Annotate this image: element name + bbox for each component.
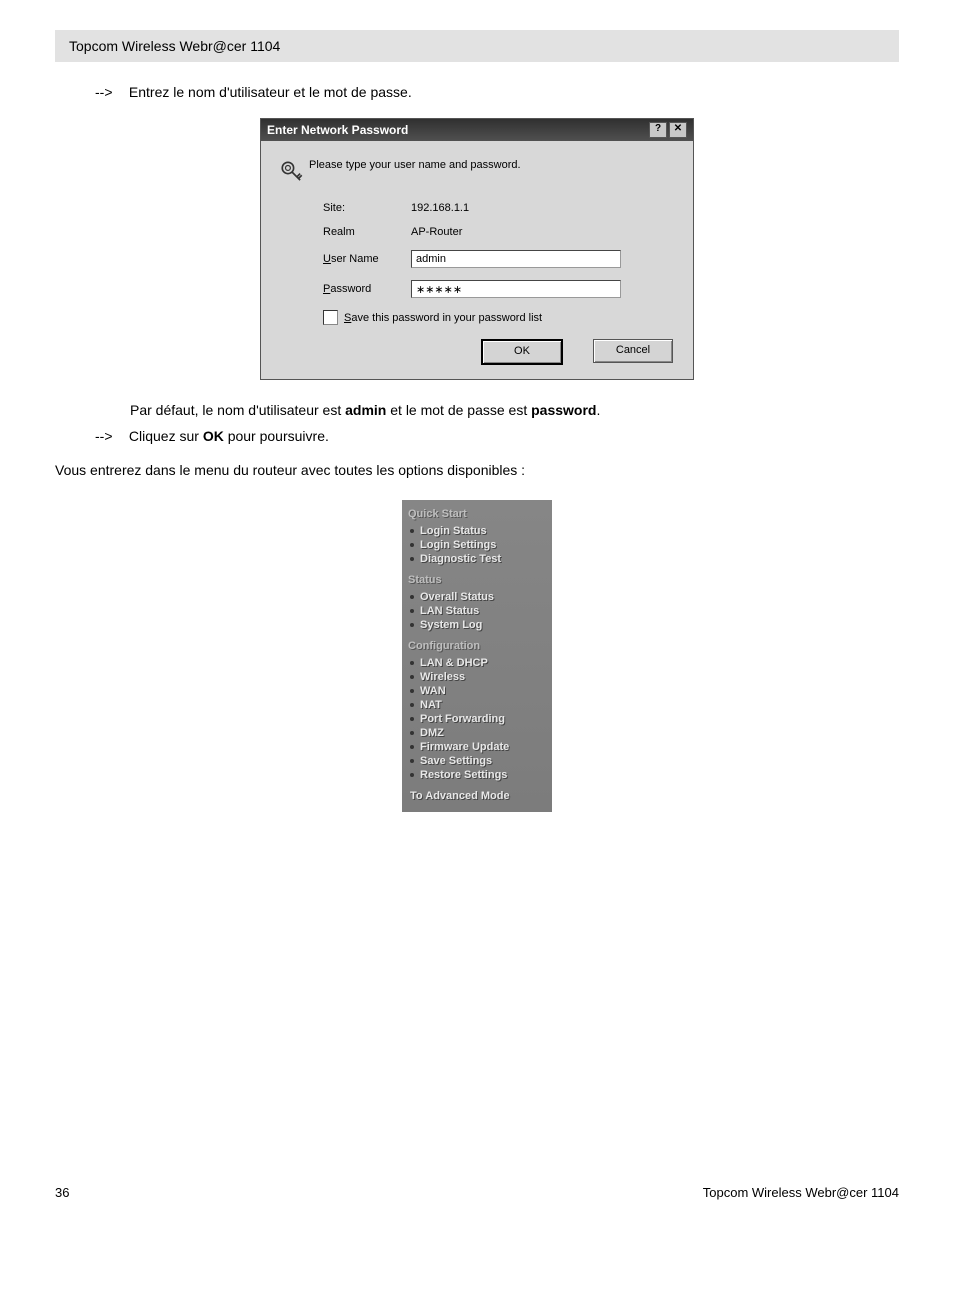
menu-item[interactable]: Login Settings <box>408 538 546 552</box>
menu-item[interactable]: Overall Status <box>408 590 546 604</box>
username-input[interactable] <box>411 250 621 268</box>
menu-item[interactable]: Firmware Update <box>408 740 546 754</box>
password-input[interactable] <box>411 280 621 298</box>
cancel-button[interactable]: Cancel <box>593 339 673 363</box>
menu-item[interactable]: LAN & DHCP <box>408 656 546 670</box>
menu-item[interactable]: LAN Status <box>408 604 546 618</box>
menu-item[interactable]: Restore Settings <box>408 768 546 782</box>
router-menu: Quick Start Login Status Login Settings … <box>402 500 552 812</box>
footer-product: Topcom Wireless Webr@cer 1104 <box>703 1185 899 1200</box>
menu-advanced-mode[interactable]: To Advanced Mode <box>408 790 546 802</box>
menu-item[interactable]: NAT <box>408 698 546 712</box>
menu-heading-quickstart: Quick Start <box>408 508 546 520</box>
menu-item[interactable]: Port Forwarding <box>408 712 546 726</box>
defaults-text: Par défaut, le nom d'utilisateur est adm… <box>130 402 899 418</box>
dialog-titlebar: Enter Network Password ? ✕ <box>261 119 693 141</box>
menu-item[interactable]: Save Settings <box>408 754 546 768</box>
password-dialog: Enter Network Password ? ✕ Please type y… <box>260 118 694 380</box>
menu-item[interactable]: Diagnostic Test <box>408 552 546 566</box>
page-header: Topcom Wireless Webr@cer 1104 <box>55 30 899 62</box>
close-icon[interactable]: ✕ <box>669 122 687 138</box>
menu-item[interactable]: System Log <box>408 618 546 632</box>
menu-intro-text: Vous entrerez dans le menu du routeur av… <box>55 462 899 478</box>
realm-label: Realm <box>323 226 411 238</box>
menu-heading-configuration: Configuration <box>408 640 546 652</box>
help-icon[interactable]: ? <box>649 122 667 138</box>
password-label: Password <box>323 283 411 295</box>
instruction-2: --> Cliquez sur OK pour poursuivre. <box>95 428 899 444</box>
dialog-prompt: Please type your user name and password. <box>309 159 521 171</box>
menu-item[interactable]: DMZ <box>408 726 546 740</box>
site-label: Site: <box>323 202 411 214</box>
site-value: 192.168.1.1 <box>411 202 469 214</box>
menu-item[interactable]: Login Status <box>408 524 546 538</box>
dialog-title-text: Enter Network Password <box>267 123 408 137</box>
ok-button[interactable]: OK <box>481 339 563 365</box>
page-number: 36 <box>55 1185 69 1200</box>
instruction-1-text: Entrez le nom d'utilisateur et le mot de… <box>129 84 412 100</box>
instruction-1: --> Entrez le nom d'utilisateur et le mo… <box>95 84 899 100</box>
arrow-icon: --> <box>95 84 125 100</box>
realm-value: AP-Router <box>411 226 462 238</box>
save-password-label: Save this password in your password list <box>344 312 542 324</box>
username-label: User Name <box>323 253 411 265</box>
arrow-icon: --> <box>95 428 125 444</box>
menu-item[interactable]: WAN <box>408 684 546 698</box>
menu-heading-status: Status <box>408 574 546 586</box>
page-footer: 36 Topcom Wireless Webr@cer 1104 <box>55 1185 899 1200</box>
save-password-checkbox[interactable] <box>323 310 338 325</box>
key-icon <box>275 159 309 188</box>
menu-item[interactable]: Wireless <box>408 670 546 684</box>
